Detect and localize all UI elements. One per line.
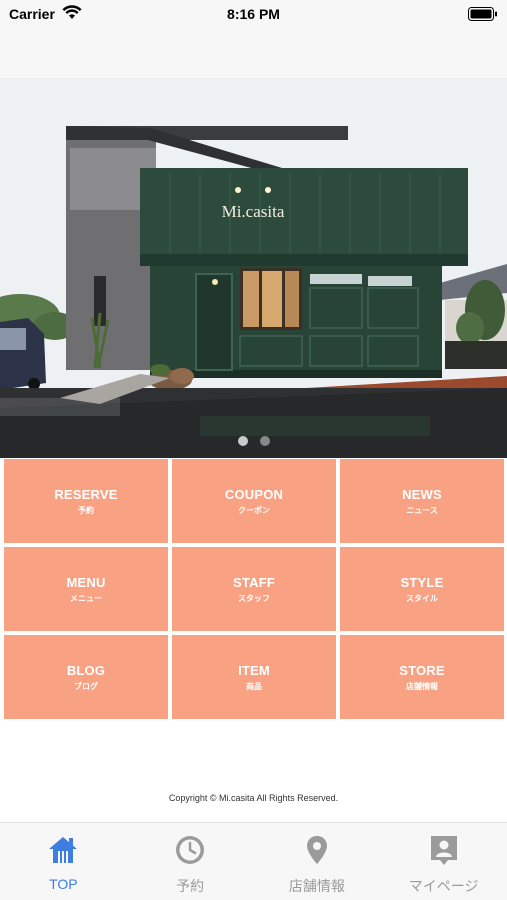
tile-sublabel: ブログ (74, 681, 98, 691)
tab-my-page[interactable]: マイページ (380, 823, 507, 900)
news-tile[interactable]: NEWS ニュース (340, 459, 504, 543)
tile-label: ITEM (238, 662, 270, 678)
tile-label: STYLE (400, 574, 444, 590)
clock-time: 8:16 PM (227, 6, 280, 22)
map-pin-icon (300, 833, 334, 867)
tile-label: STORE (399, 662, 445, 678)
hero-carousel[interactable]: Mi.casita (0, 78, 507, 458)
tab-bar: TOP 予約 店舗情報 マイページ (0, 822, 507, 900)
person-badge-icon (427, 833, 461, 867)
status-bar: Carrier 8:16 PM (0, 0, 507, 28)
tile-label: COUPON (224, 486, 284, 502)
tile-sublabel: スタイル (406, 593, 438, 603)
blog-tile[interactable]: BLOG ブログ (4, 635, 168, 719)
tile-label: STAFF (233, 574, 275, 590)
carousel-page-indicator[interactable] (0, 436, 507, 448)
tile-sublabel: メニュー (70, 593, 102, 603)
shop-sign: Mi.casita (222, 202, 285, 221)
tab-label: 予約 (176, 878, 205, 894)
tile-label: NEWS (402, 486, 442, 502)
tile-sublabel: クーポン (238, 505, 270, 515)
tab-store-info[interactable]: 店舗情報 (254, 823, 381, 900)
clock-icon (173, 833, 207, 867)
reserve-tile[interactable]: RESERVE 予約 (4, 459, 168, 543)
navigation-bar (0, 28, 507, 78)
item-tile[interactable]: ITEM 商品 (172, 635, 336, 719)
carousel-dot-1[interactable] (237, 436, 248, 446)
tab-label: 店舗情報 (288, 878, 345, 894)
store-tile[interactable]: STORE 店舗情報 (340, 635, 504, 719)
storefront-image: Mi.casita (0, 78, 507, 458)
tile-sublabel: スタッフ (238, 593, 270, 603)
carousel-dot-2[interactable] (259, 436, 270, 446)
tile-label: RESERVE (54, 486, 118, 502)
copyright-text: Copyright © Mi.casita All Rights Reserve… (168, 793, 339, 803)
tab-label: TOP (49, 876, 78, 892)
tile-sublabel: 商品 (246, 681, 262, 691)
tile-label: BLOG (66, 662, 106, 678)
tile-sublabel: 予約 (78, 505, 94, 515)
home-icon (46, 833, 80, 867)
menu-tile[interactable]: MENU メニュー (4, 547, 168, 631)
tab-top[interactable]: TOP (0, 823, 127, 900)
tile-sublabel: ニュース (406, 505, 438, 515)
menu-grid: RESERVE 予約 COUPON クーポン NEWS ニュース MENU メニ… (4, 459, 504, 719)
tab-label: マイページ (408, 878, 479, 894)
staff-tile[interactable]: STAFF スタッフ (172, 547, 336, 631)
tile-sublabel: 店舗情報 (406, 681, 438, 691)
tab-reserve[interactable]: 予約 (127, 823, 254, 900)
tile-label: MENU (66, 574, 106, 590)
coupon-tile[interactable]: COUPON クーポン (172, 459, 336, 543)
style-tile[interactable]: STYLE スタイル (340, 547, 504, 631)
battery-icon (468, 7, 497, 21)
